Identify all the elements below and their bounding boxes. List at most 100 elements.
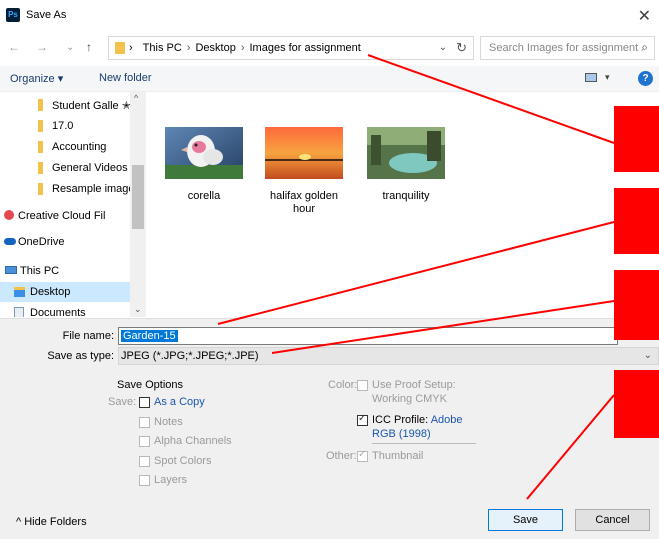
view-options-chevron-icon[interactable]: ▾: [605, 72, 610, 83]
forward-arrow-icon[interactable]: →: [36, 40, 48, 54]
creative-cloud-icon: [4, 210, 14, 220]
folder-icon: [38, 162, 43, 174]
desktop-folder-icon: [14, 287, 25, 297]
photoshop-icon: Ps: [6, 8, 20, 22]
options-divider: [372, 443, 476, 444]
save-label: Save:: [108, 396, 137, 408]
sidebar-item-desktop[interactable]: Desktop: [0, 282, 130, 302]
file-name-input[interactable]: Garden-15: [118, 327, 618, 345]
notes-checkbox: [139, 417, 150, 428]
breadcrumb-separator: ›: [240, 42, 245, 54]
folder-icon: [38, 141, 43, 153]
sidebar-item-label: Creative Cloud Fil: [18, 210, 106, 222]
spot-colors-label: Spot Colors: [154, 455, 212, 467]
save-as-type-select[interactable]: JPEG (*.JPG;*.JPEG;*.JPE) ⌄: [118, 347, 659, 365]
thumbnail-checkbox: [357, 449, 368, 462]
sidebar-item-accounting[interactable]: Accounting: [0, 137, 130, 157]
icc-profile-label[interactable]: ICC Profile: Adobe: [372, 414, 463, 426]
as-a-copy-checkbox[interactable]: [139, 397, 150, 408]
file-thumbnail-corella[interactable]: [165, 127, 243, 179]
alpha-channels-checkbox: [139, 436, 150, 447]
cloud-icon: [4, 238, 16, 245]
sidebar-item-this-pc[interactable]: This PC: [0, 261, 130, 281]
file-thumbnail-tranquility[interactable]: [367, 127, 445, 179]
layers-label: Layers: [154, 474, 188, 486]
organize-button[interactable]: Organize ▾: [10, 72, 63, 85]
sidebar-item-student-gallery[interactable]: Student Galle ✭: [0, 95, 130, 115]
sidebar-item-label: Desktop: [30, 286, 71, 298]
save-as-type-label: Save as type:: [47, 350, 114, 362]
thumbnail-label: Thumbnail: [372, 450, 424, 462]
address-dropdown-icon[interactable]: ⌄: [439, 42, 447, 53]
as-a-copy-label[interactable]: As a Copy: [154, 396, 205, 408]
scroll-up-icon[interactable]: ^: [134, 93, 138, 103]
help-icon[interactable]: ?: [638, 71, 653, 86]
folder-icon: [38, 99, 43, 111]
recent-locations-chevron-icon[interactable]: ⌄: [66, 42, 74, 53]
sidebar-item-creative-cloud-files[interactable]: Creative Cloud Fil: [0, 206, 130, 226]
save-as-type-value: JPEG (*.JPG;*.JPEG;*.JPE): [121, 350, 259, 362]
back-arrow-icon[interactable]: ←: [8, 40, 20, 54]
close-icon[interactable]: ✕: [638, 6, 651, 26]
scrollbar-thumb[interactable]: [132, 165, 144, 229]
up-arrow-icon[interactable]: ↑: [86, 40, 92, 54]
folder-icon: [38, 183, 43, 195]
other-label: Other:: [326, 450, 357, 462]
sidebar-scrollbar[interactable]: ^ ⌄: [130, 92, 145, 317]
layers-checkbox: [139, 475, 150, 486]
breadcrumb-desktop[interactable]: Desktop: [195, 42, 235, 54]
notes-label: Notes: [154, 416, 183, 428]
sidebar-item-label: Accounting: [52, 141, 107, 153]
documents-icon: [14, 307, 24, 317]
spot-colors-checkbox: [139, 456, 150, 467]
use-proof-setup-checkbox: [357, 380, 368, 391]
breadcrumb: › This PC › Desktop › Images for assignment: [129, 42, 361, 54]
hide-folders-button[interactable]: ^ Hide Folders: [16, 516, 87, 528]
icc-profile-name-line2: RGB (1998): [372, 428, 431, 440]
file-name-tranquility[interactable]: tranquility: [361, 190, 451, 203]
sidebar-item-label: General Videos: [52, 162, 128, 174]
refresh-icon[interactable]: ↻: [456, 40, 467, 56]
search-placeholder: Search Images for assignment: [489, 42, 639, 54]
sunset-image: [265, 127, 343, 179]
address-bar[interactable]: › This PC › Desktop › Images for assignment ⌄…: [108, 36, 474, 60]
scroll-down-icon[interactable]: ⌄: [134, 304, 142, 315]
breadcrumb-this-pc[interactable]: This PC: [143, 42, 182, 54]
use-proof-setup-label: Use Proof Setup:: [372, 379, 456, 391]
sidebar-item-label: OneDrive: [18, 236, 65, 248]
save-form-panel: File name: Garden-15 Save as type: JPEG …: [0, 318, 659, 539]
new-folder-button[interactable]: New folder: [99, 72, 152, 84]
search-input[interactable]: Search Images for assignment ⌕: [480, 36, 655, 60]
icc-profile-label-text: ICC Profile:: [372, 414, 429, 426]
sidebar-item-label: This PC: [20, 265, 60, 277]
working-cmyk-label: Working CMYK: [372, 393, 447, 405]
breadcrumb-separator: ›: [186, 42, 191, 54]
alpha-channels-label: Alpha Channels: [154, 435, 232, 447]
icc-profile-name: Adobe: [430, 414, 463, 426]
command-toolbar: Organize ▾ New folder ▾ ?: [0, 66, 659, 92]
view-mode-icon[interactable]: [585, 73, 597, 82]
search-icon[interactable]: ⌕: [641, 40, 648, 55]
file-name-value: Garden-15: [121, 330, 178, 342]
save-options-heading: Save Options: [117, 379, 184, 391]
breadcrumb-images-for-assignment[interactable]: Images for assignment: [250, 42, 361, 54]
save-button[interactable]: Save: [488, 509, 563, 531]
sidebar-item-resample-image[interactable]: Resample image: [0, 179, 130, 199]
folder-icon: [115, 42, 125, 54]
navigation-pane: Student Galle ✭ 17.0 Accounting General …: [0, 92, 146, 317]
file-thumbnail-halifax-golden-hour[interactable]: [265, 127, 343, 179]
icc-profile-checkbox[interactable]: [357, 413, 368, 426]
window-title: Save As: [26, 9, 67, 21]
file-name-halifax-golden-hour[interactable]: halifax golden hour: [259, 190, 349, 216]
parrot-image: [165, 127, 243, 179]
sidebar-item-label: 17.0: [52, 120, 74, 132]
sidebar-item-documents[interactable]: Documents: [0, 303, 130, 317]
file-name-corella[interactable]: corella: [159, 190, 249, 203]
sidebar-item-17-0[interactable]: 17.0: [0, 116, 130, 136]
sidebar-item-label: Student Galle ✭: [52, 100, 130, 112]
cancel-button[interactable]: Cancel: [575, 509, 650, 531]
sidebar-item-general-videos[interactable]: General Videos: [0, 158, 130, 178]
sidebar-item-label: Resample image: [52, 183, 130, 195]
sidebar-item-onedrive[interactable]: OneDrive: [0, 232, 130, 252]
chevron-down-icon[interactable]: ⌄: [644, 350, 652, 361]
